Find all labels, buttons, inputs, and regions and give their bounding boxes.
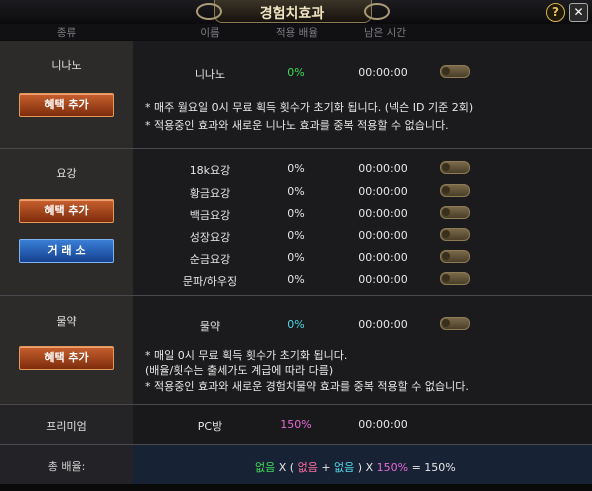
window-title: 경험치효과 — [259, 6, 325, 22]
potion-note-3: * 적용중인 효과와 새로운 경험치물약 효과를 중복 적용할 수 없습니다. — [145, 380, 469, 393]
ninano-toggle[interactable] — [440, 65, 470, 78]
formula-potion: 없음 — [334, 461, 355, 474]
header-time: 남은 시간 — [364, 27, 406, 39]
ninano-name: 니나노 — [194, 68, 226, 81]
yogang-rate: 0% — [287, 185, 305, 198]
yogang-rate: 0% — [287, 273, 305, 286]
yogang-rate: 0% — [287, 229, 305, 242]
header-category: 종류 — [56, 27, 77, 39]
formula-result: 150% — [424, 461, 456, 474]
yogang-time: 00:00:00 — [358, 229, 408, 242]
yogang-rate: 0% — [287, 207, 305, 220]
yogang-time: 00:00:00 — [358, 185, 408, 198]
formula-times-open: X ( — [278, 461, 295, 474]
yogang-toggle[interactable] — [440, 184, 470, 197]
potion-note-2: (배율/횟수는 출세가도 계급에 따라 다름) — [145, 364, 334, 377]
yogang-name: 18k요강 — [189, 164, 231, 177]
ninano-add-benefit-button[interactable]: 혜택 추가 — [19, 93, 114, 117]
ninano-rate: 0% — [287, 66, 305, 79]
help-button[interactable]: ? — [546, 3, 565, 22]
yogang-category-label: 요강 — [56, 167, 77, 180]
yogang-add-benefit-button[interactable]: 혜택 추가 — [19, 199, 114, 223]
potion-add-benefit-button[interactable]: 혜택 추가 — [19, 346, 114, 370]
potion-toggle[interactable] — [440, 317, 470, 330]
yogang-toggle[interactable] — [440, 272, 470, 285]
ninano-time: 00:00:00 — [358, 66, 408, 79]
yogang-toggle[interactable] — [440, 250, 470, 263]
yogang-time: 00:00:00 — [358, 273, 408, 286]
formula-plus: + — [321, 461, 331, 474]
potion-name: 물약 — [199, 320, 221, 333]
yogang-time: 00:00:00 — [358, 251, 408, 264]
formula-ninano: 없음 — [255, 461, 276, 474]
premium-time: 00:00:00 — [358, 418, 408, 431]
header-rate: 적용 배율 — [276, 27, 318, 39]
close-button[interactable]: ✕ — [569, 3, 588, 22]
potion-note-1: * 매일 0시 무료 획득 횟수가 초기화 됩니다. — [145, 349, 348, 362]
potion-category-label: 물약 — [56, 315, 77, 328]
total-formula: 없음 X ( 없음 + 없음 ) X 150% = 150% — [255, 459, 456, 475]
yogang-name: 문파/하우징 — [182, 275, 238, 288]
yogang-name: 황금요강 — [189, 187, 231, 200]
total-label: 총 배율: — [47, 460, 86, 473]
yogang-toggle[interactable] — [440, 161, 470, 174]
ninano-category-label: 니나노 — [51, 59, 82, 72]
potion-rate: 0% — [287, 318, 305, 331]
trade-market-button[interactable]: 거 래 소 — [19, 239, 114, 263]
formula-close-times: ) X — [357, 461, 374, 474]
formula-equals: = — [411, 461, 421, 474]
yogang-name: 백금요강 — [189, 209, 231, 222]
yogang-rate: 0% — [287, 251, 305, 264]
premium-category-label: 프리미엄 — [46, 420, 87, 433]
yogang-name: 순금요강 — [189, 253, 231, 266]
yogang-toggle[interactable] — [440, 228, 470, 241]
yogang-rate: 0% — [287, 162, 305, 175]
bottom-bar — [0, 484, 592, 491]
ninano-note-2: * 적용중인 효과와 새로운 니나노 효과를 중복 적용할 수 없습니다. — [145, 119, 449, 132]
potion-time: 00:00:00 — [358, 318, 408, 331]
header-name: 이름 — [200, 27, 220, 39]
ninano-note-1: * 매주 월요일 0시 무료 획득 횟수가 초기화 됩니다. (넥슨 ID 기준… — [145, 101, 474, 114]
yogang-name: 성장요강 — [189, 231, 231, 244]
formula-yogang: 없음 — [297, 461, 318, 474]
yogang-time: 00:00:00 — [358, 207, 408, 220]
premium-name: PC방 — [197, 420, 223, 433]
yogang-toggle[interactable] — [440, 206, 470, 219]
premium-rate: 150% — [280, 418, 312, 431]
formula-premium: 150% — [376, 461, 409, 474]
yogang-time: 00:00:00 — [358, 162, 408, 175]
